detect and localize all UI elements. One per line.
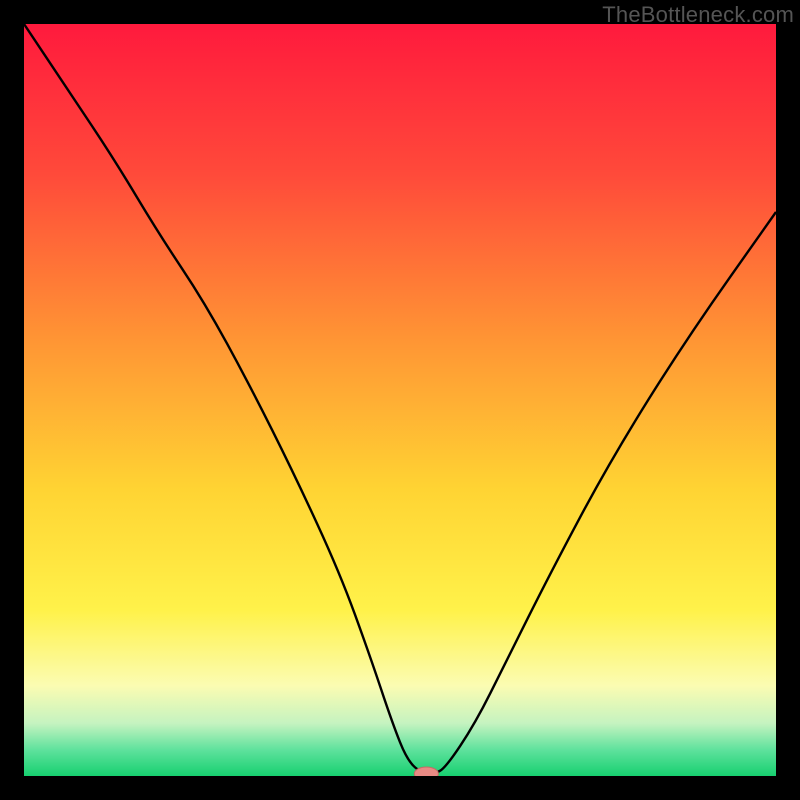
plot-area	[24, 24, 776, 776]
gradient-background	[24, 24, 776, 776]
watermark-label: TheBottleneck.com	[602, 2, 794, 28]
chart-svg	[24, 24, 776, 776]
chart-frame: TheBottleneck.com	[0, 0, 800, 800]
